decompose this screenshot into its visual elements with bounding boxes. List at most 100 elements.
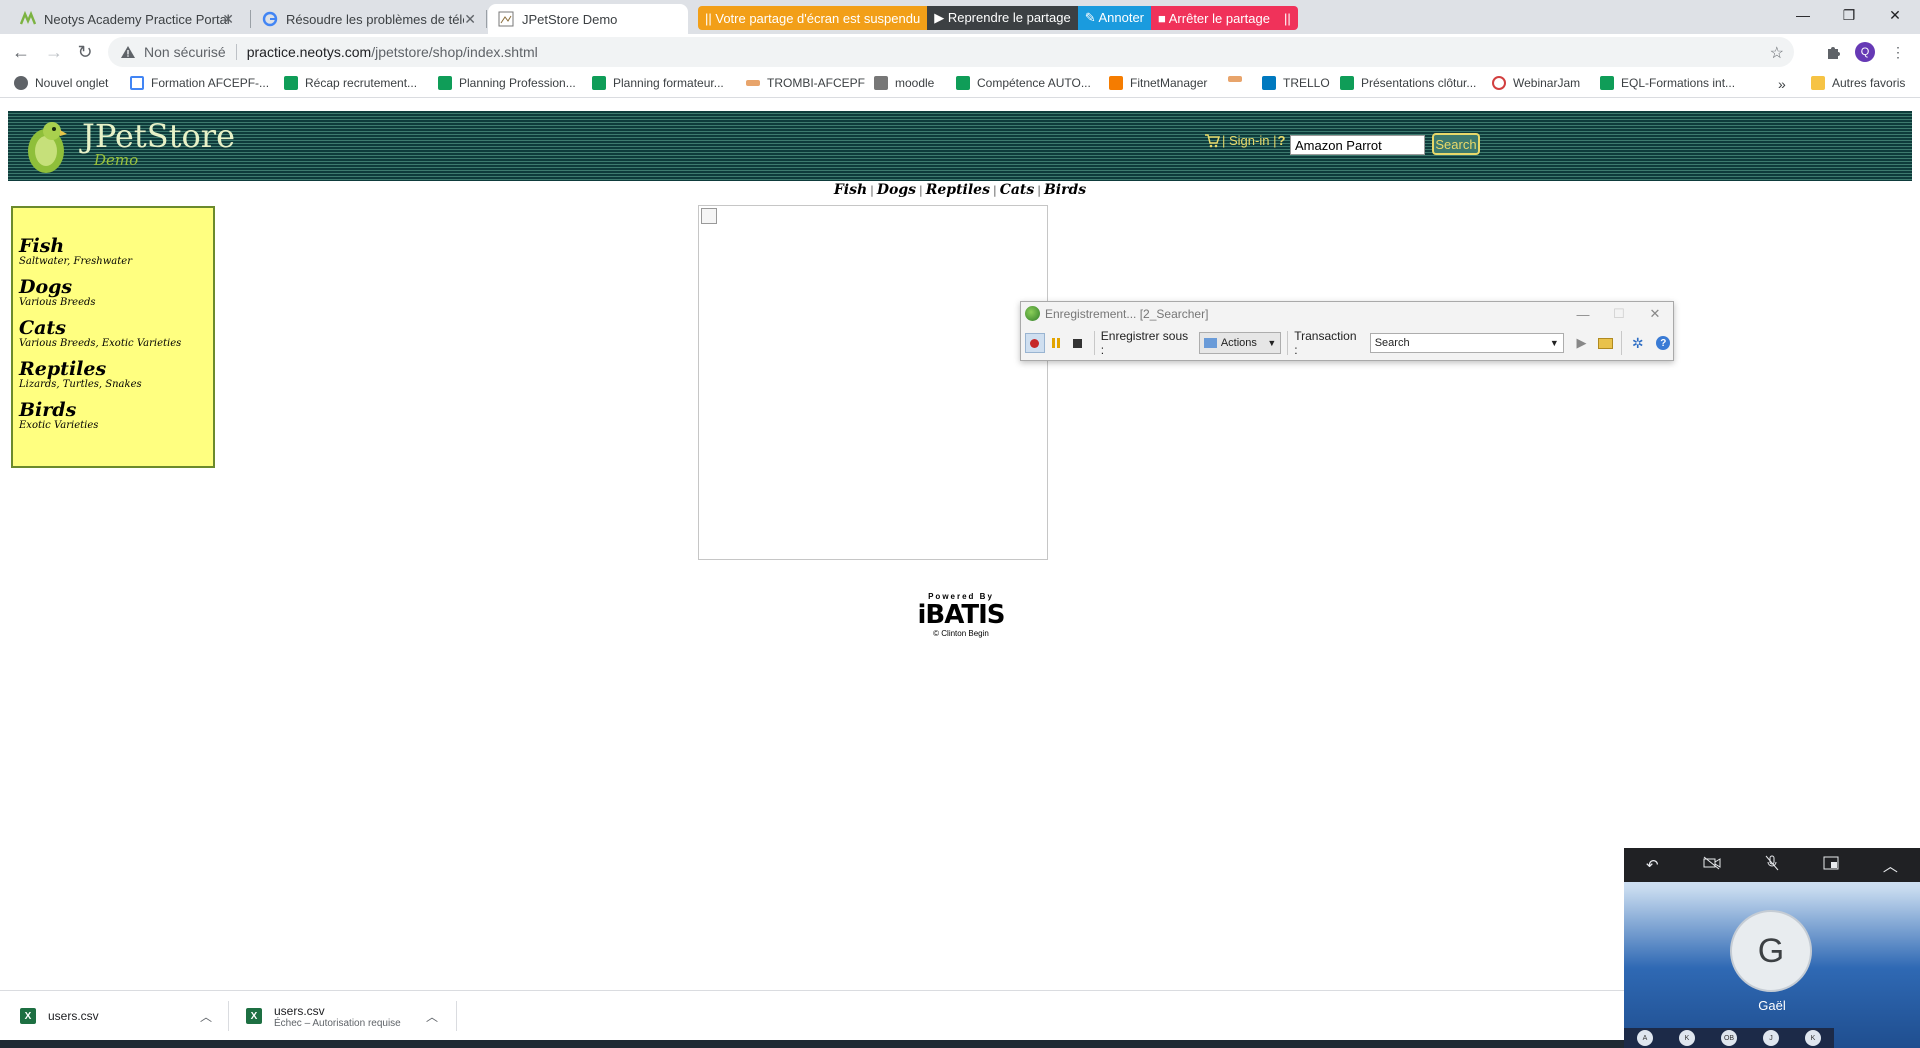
forward-arrow-icon[interactable]: →: [42, 40, 66, 64]
participant-chip[interactable]: A: [1637, 1030, 1653, 1046]
bookmark-item[interactable]: Compétence AUTO...: [956, 76, 1091, 90]
download-text: users.csv Échec – Autorisation requise: [274, 1004, 401, 1029]
bookmark-item[interactable]: EQL-Formations int...: [1600, 76, 1735, 90]
kebab-menu-icon[interactable]: ⋮: [1888, 42, 1908, 62]
mic-off-icon[interactable]: [1765, 855, 1779, 875]
store-logo-title[interactable]: JPetStore: [82, 117, 235, 155]
restore-window-button[interactable]: ❐: [1826, 0, 1872, 30]
back-arrow-icon[interactable]: ←: [9, 40, 33, 64]
camera-off-icon[interactable]: [1703, 856, 1721, 874]
category-birds: Birds Exotic Varieties: [19, 400, 207, 432]
category-link[interactable]: Birds: [19, 400, 207, 420]
category-fish: Fish Saltwater, Freshwater: [19, 236, 207, 268]
other-bookmarks-folder[interactable]: Autres favoris: [1811, 76, 1905, 90]
quicklink-fish[interactable]: Fish: [834, 182, 867, 198]
bookmark-item[interactable]: Récap recrutement...: [284, 76, 417, 90]
save-under-dropdown[interactable]: Actions ▼: [1198, 332, 1282, 354]
bookmark-item[interactable]: moodle: [874, 76, 934, 90]
return-to-tab-icon[interactable]: ↶: [1646, 856, 1659, 874]
chevron-down-icon[interactable]: ▼: [1550, 338, 1559, 348]
bookmark-item[interactable]: Présentations clôtur...: [1340, 76, 1476, 90]
close-window-button[interactable]: ✕: [1872, 0, 1918, 30]
tab-neotys-academy[interactable]: Neotys Academy Practice Portal ✕: [10, 4, 242, 34]
signin-link[interactable]: | Sign-in |: [1222, 133, 1276, 148]
bookmark-item[interactable]: Nouvel onglet: [14, 76, 108, 90]
quicklink-dogs[interactable]: Dogs: [877, 182, 916, 198]
participant-chip[interactable]: K: [1679, 1030, 1695, 1046]
security-label[interactable]: Non sécurisé: [144, 44, 226, 60]
bookmark-item[interactable]: Planning Profession...: [438, 76, 576, 90]
search-button[interactable]: Search: [1432, 133, 1480, 155]
stop-button[interactable]: [1068, 333, 1088, 353]
toolbar-divider: [1287, 331, 1289, 355]
bookmark-item[interactable]: TRELLO: [1262, 76, 1330, 90]
pause-button[interactable]: [1047, 333, 1067, 353]
main-image-map[interactable]: [698, 205, 1048, 560]
participant-name: Gaël: [1758, 998, 1786, 1013]
screenshot-tool-icon[interactable]: ✲: [1628, 333, 1648, 353]
reload-icon[interactable]: ↻: [73, 40, 97, 64]
record-button[interactable]: [1025, 333, 1045, 353]
participant-chip[interactable]: J: [1763, 1030, 1779, 1046]
bookmark-item[interactable]: TROMBI-AFCEPF: [746, 76, 865, 90]
download-item[interactable]: X users.csv Échec – Autorisation requise…: [246, 999, 442, 1033]
neoload-leaf-icon: [1025, 306, 1040, 321]
quicklink-cats[interactable]: Cats: [1000, 182, 1035, 198]
annotate-button[interactable]: ✎ Annoter: [1077, 6, 1152, 30]
category-desc: Lizards, Turtles, Snakes: [19, 379, 142, 390]
cart-icon[interactable]: [1204, 133, 1220, 148]
chevron-up-icon[interactable]: ︿: [426, 1008, 438, 1025]
category-link[interactable]: Cats: [19, 318, 207, 338]
tab-resoudre-problemes[interactable]: Résoudre les problèmes de téléc ✕: [252, 4, 484, 34]
address-bar[interactable]: Non sécurisé practice.neotys.com/jpetsto…: [108, 37, 1794, 67]
help-icon[interactable]: ?: [1653, 333, 1673, 353]
category-link[interactable]: Fish: [19, 236, 207, 256]
recorder-minimize-button[interactable]: —: [1569, 304, 1597, 324]
url-path: /jpetstore/shop/index.shtml: [371, 44, 538, 60]
participant-chip[interactable]: K: [1805, 1030, 1821, 1046]
folder-icon: [1811, 76, 1825, 90]
bookmark-item[interactable]: FitnetManager: [1109, 76, 1207, 90]
jpetstore-favicon-icon: [498, 11, 514, 27]
bookmark-item[interactable]: WebinarJam: [1492, 76, 1580, 90]
tab-jpetstore-demo[interactable]: JPetStore Demo: [488, 4, 688, 34]
stop-share-button[interactable]: ■ Arrêter le partage ||: [1151, 6, 1298, 30]
collapse-chevron-icon[interactable]: ︿: [1883, 855, 1898, 876]
bookmark-label: EQL-Formations int...: [1621, 76, 1736, 90]
close-tab-icon[interactable]: ✕: [222, 11, 234, 28]
recorder-close-button[interactable]: ✕: [1641, 304, 1669, 324]
close-tab-icon[interactable]: ✕: [464, 11, 476, 28]
quicklink-birds[interactable]: Birds: [1044, 182, 1086, 198]
parrot-logo-icon[interactable]: [22, 117, 68, 175]
bookmark-star-icon[interactable]: ☆: [1770, 43, 1784, 63]
extensions-puzzle-icon[interactable]: [1823, 42, 1843, 62]
recorder-maximize-button[interactable]: ☐: [1605, 304, 1633, 324]
next-arrow-icon[interactable]: ▶: [1572, 333, 1592, 353]
bookmark-item[interactable]: Formation AFCEPF-...: [130, 76, 269, 90]
category-link[interactable]: Dogs: [19, 277, 207, 297]
minimize-window-button[interactable]: —: [1780, 0, 1826, 30]
bookmark-item[interactable]: Planning formateur...: [592, 76, 724, 90]
quicklink-reptiles[interactable]: Reptiles: [926, 182, 990, 198]
drag-handle-icon[interactable]: ||: [1284, 11, 1291, 26]
pip-layout-icon[interactable]: [1823, 856, 1839, 874]
help-icon[interactable]: ?: [1277, 133, 1285, 148]
search-input[interactable]: [1290, 135, 1425, 155]
warning-triangle-icon[interactable]: [120, 44, 136, 60]
transaction-input[interactable]: Search ▼: [1369, 333, 1564, 353]
category-link[interactable]: Reptiles: [19, 359, 207, 379]
recorder-titlebar[interactable]: Enregistrement... [2_Searcher] — ☐ ✕: [1021, 302, 1673, 326]
ibatis-wordmark: iBATIS: [917, 600, 1006, 630]
download-item[interactable]: X users.csv ︿: [20, 999, 216, 1033]
chevron-up-icon[interactable]: ︿: [200, 1008, 212, 1025]
bookmark-label: WebinarJam: [1513, 76, 1581, 90]
doc-icon: [130, 76, 144, 90]
url-text[interactable]: practice.neotys.com/jpetstore/shop/index…: [247, 44, 538, 60]
open-folder-icon[interactable]: [1595, 333, 1615, 353]
resume-share-button[interactable]: ▶ Reprendre le partage: [927, 6, 1078, 30]
profile-avatar[interactable]: Q: [1855, 42, 1875, 62]
store-logo-subtitle: Demo: [94, 151, 139, 169]
bookmark-item[interactable]: [1228, 76, 1249, 82]
bookmarks-overflow-chevron-icon[interactable]: »: [1778, 76, 1786, 92]
participant-chip[interactable]: OB: [1721, 1030, 1737, 1046]
